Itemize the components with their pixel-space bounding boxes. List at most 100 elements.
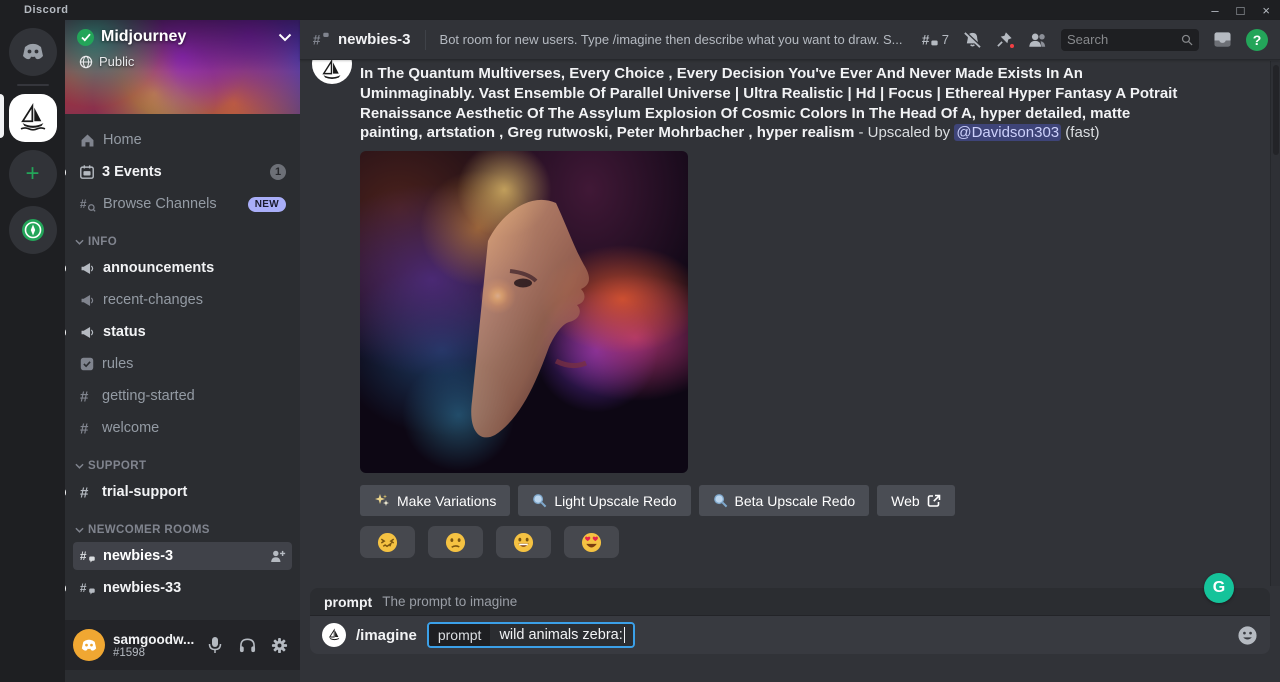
rules-checklist-icon: [79, 356, 95, 372]
section-header-info[interactable]: INFO: [75, 236, 292, 248]
server-rail: +: [0, 20, 65, 682]
grammarly-icon[interactable]: G: [1204, 573, 1234, 603]
imagine-bot-avatar: [322, 623, 346, 647]
section-header-newcomer-rooms[interactable]: NEWCOMER ROOMS: [75, 524, 292, 536]
events-count-badge: 1: [270, 164, 286, 180]
sidebar-item-home[interactable]: Home: [73, 126, 292, 154]
hash-chat-icon: #: [79, 580, 96, 597]
confounded-face-emoji: [377, 532, 398, 553]
search-box[interactable]: [1061, 29, 1199, 51]
make-variations-button[interactable]: Make Variations: [360, 485, 510, 516]
sailboat-icon: [319, 60, 345, 84]
member-list-button[interactable]: [1027, 31, 1047, 48]
explore-servers-button[interactable]: [9, 206, 57, 254]
beta-upscale-redo-button[interactable]: Beta Upscale Redo: [699, 485, 870, 516]
slash-command-name[interactable]: /imagine: [356, 627, 417, 644]
channel-topic[interactable]: Bot room for new users. Type /imagine th…: [440, 32, 913, 47]
chevron-down-icon: [75, 463, 84, 469]
section-header-support[interactable]: SUPPORT: [75, 460, 292, 472]
user-info[interactable]: samgoodw... #1598: [113, 632, 194, 659]
user-settings-button[interactable]: [266, 632, 292, 658]
threads-icon: #: [921, 31, 939, 49]
globe-icon: [79, 55, 93, 69]
deafen-button[interactable]: [234, 632, 260, 658]
mute-microphone-button[interactable]: [202, 632, 228, 658]
sailboat-icon: [327, 628, 342, 643]
inbox-button[interactable]: [1213, 31, 1232, 48]
server-header[interactable]: Midjourney: [77, 28, 292, 46]
svg-text:#: #: [313, 32, 321, 47]
heart-eyes-face-emoji: [581, 532, 602, 553]
sidebar-channel-trial-support[interactable]: # trial-support: [73, 478, 292, 506]
server-icon-midjourney[interactable]: [9, 94, 57, 142]
headphones-icon: [239, 637, 256, 653]
pinned-messages-button[interactable]: [996, 31, 1013, 48]
unread-indicator: [65, 328, 66, 337]
megaphone-icon: [79, 260, 96, 277]
server-name: Midjourney: [101, 28, 271, 46]
user-avatar[interactable]: [73, 629, 105, 661]
chevron-down-icon[interactable]: [278, 33, 292, 42]
reaction-grinning-face[interactable]: [496, 526, 551, 558]
sidebar-channel-newbies-3[interactable]: # newbies-3: [73, 542, 292, 570]
emoji-picker-icon[interactable]: [1237, 625, 1258, 646]
sidebar-channel-recent-changes[interactable]: recent-changes: [73, 286, 292, 314]
user-mention[interactable]: @Davidson303: [954, 124, 1061, 141]
new-badge: NEW: [248, 197, 286, 212]
discord-home-button[interactable]: [9, 28, 57, 76]
message-input[interactable]: /imagine prompt wild animals zebra:: [310, 616, 1270, 654]
reaction-heart-eyes-face[interactable]: [564, 526, 619, 558]
minimize-button[interactable]: –: [1211, 4, 1218, 17]
message-list: In The Quantum Multiverses, Every Choice…: [300, 60, 1280, 588]
browse-channels-icon: #: [79, 196, 96, 213]
sidebar-channel-getting-started[interactable]: # getting-started: [73, 382, 292, 410]
midjourney-bot-avatar[interactable]: [312, 60, 352, 84]
inbox-icon: [1213, 31, 1232, 48]
sidebar-channel-status[interactable]: status: [73, 318, 292, 346]
scrollbar-thumb[interactable]: [1273, 65, 1279, 155]
add-server-button[interactable]: +: [9, 150, 57, 198]
megaphone-icon: [79, 324, 96, 341]
reaction-confused-face[interactable]: [428, 526, 483, 558]
chat-scrollbar[interactable]: [1270, 61, 1280, 586]
channel-name: newbies-3: [338, 31, 411, 48]
create-invite-icon[interactable]: [269, 549, 286, 563]
svg-text:#: #: [80, 389, 89, 405]
sidebar-channel-announcements[interactable]: announcements: [73, 254, 292, 282]
sidebar-channel-rules[interactable]: rules: [73, 350, 292, 378]
server-banner[interactable]: Midjourney Public: [65, 20, 300, 114]
grinning-face-emoji: [513, 532, 534, 553]
sidebar-item-browse-channels[interactable]: # Browse Channels NEW: [73, 190, 292, 218]
search-input[interactable]: [1067, 32, 1177, 47]
svg-text:#: #: [80, 548, 87, 562]
pin-alert-dot: [1008, 42, 1016, 50]
microphone-icon: [207, 636, 223, 654]
home-icon: [79, 132, 96, 149]
reaction-confounded-face[interactable]: [360, 526, 415, 558]
sidebar-item-events[interactable]: 3 Events 1: [73, 158, 292, 186]
light-upscale-redo-button[interactable]: Light Upscale Redo: [518, 485, 690, 516]
notification-settings-button[interactable]: [963, 31, 982, 49]
sailboat-icon: [17, 102, 49, 134]
option-value[interactable]: wild animals zebra:: [490, 624, 633, 646]
maximize-button[interactable]: □: [1237, 4, 1245, 17]
username: samgoodw...: [113, 632, 194, 647]
hash-icon: #: [79, 484, 95, 500]
thread-count: 7: [942, 32, 949, 47]
help-button[interactable]: ?: [1246, 29, 1268, 51]
header-divider: [425, 30, 426, 50]
prompt-option-pill[interactable]: prompt wild animals zebra:: [427, 622, 635, 648]
close-button[interactable]: ×: [1262, 4, 1270, 17]
svg-text:#: #: [80, 485, 89, 501]
svg-text:#: #: [80, 580, 87, 594]
sidebar-channel-newbies-33[interactable]: # newbies-33: [73, 574, 292, 602]
server-visibility: Public: [79, 54, 134, 69]
sparkles-icon: [374, 493, 390, 509]
chevron-down-icon: [75, 527, 84, 533]
sidebar-channel-welcome[interactable]: # welcome: [73, 414, 292, 442]
window-title: Discord: [24, 4, 68, 16]
generated-image[interactable]: [360, 151, 688, 473]
bell-slash-icon: [963, 31, 982, 49]
threads-button[interactable]: # 7: [921, 31, 949, 49]
web-button[interactable]: Web: [877, 485, 955, 516]
